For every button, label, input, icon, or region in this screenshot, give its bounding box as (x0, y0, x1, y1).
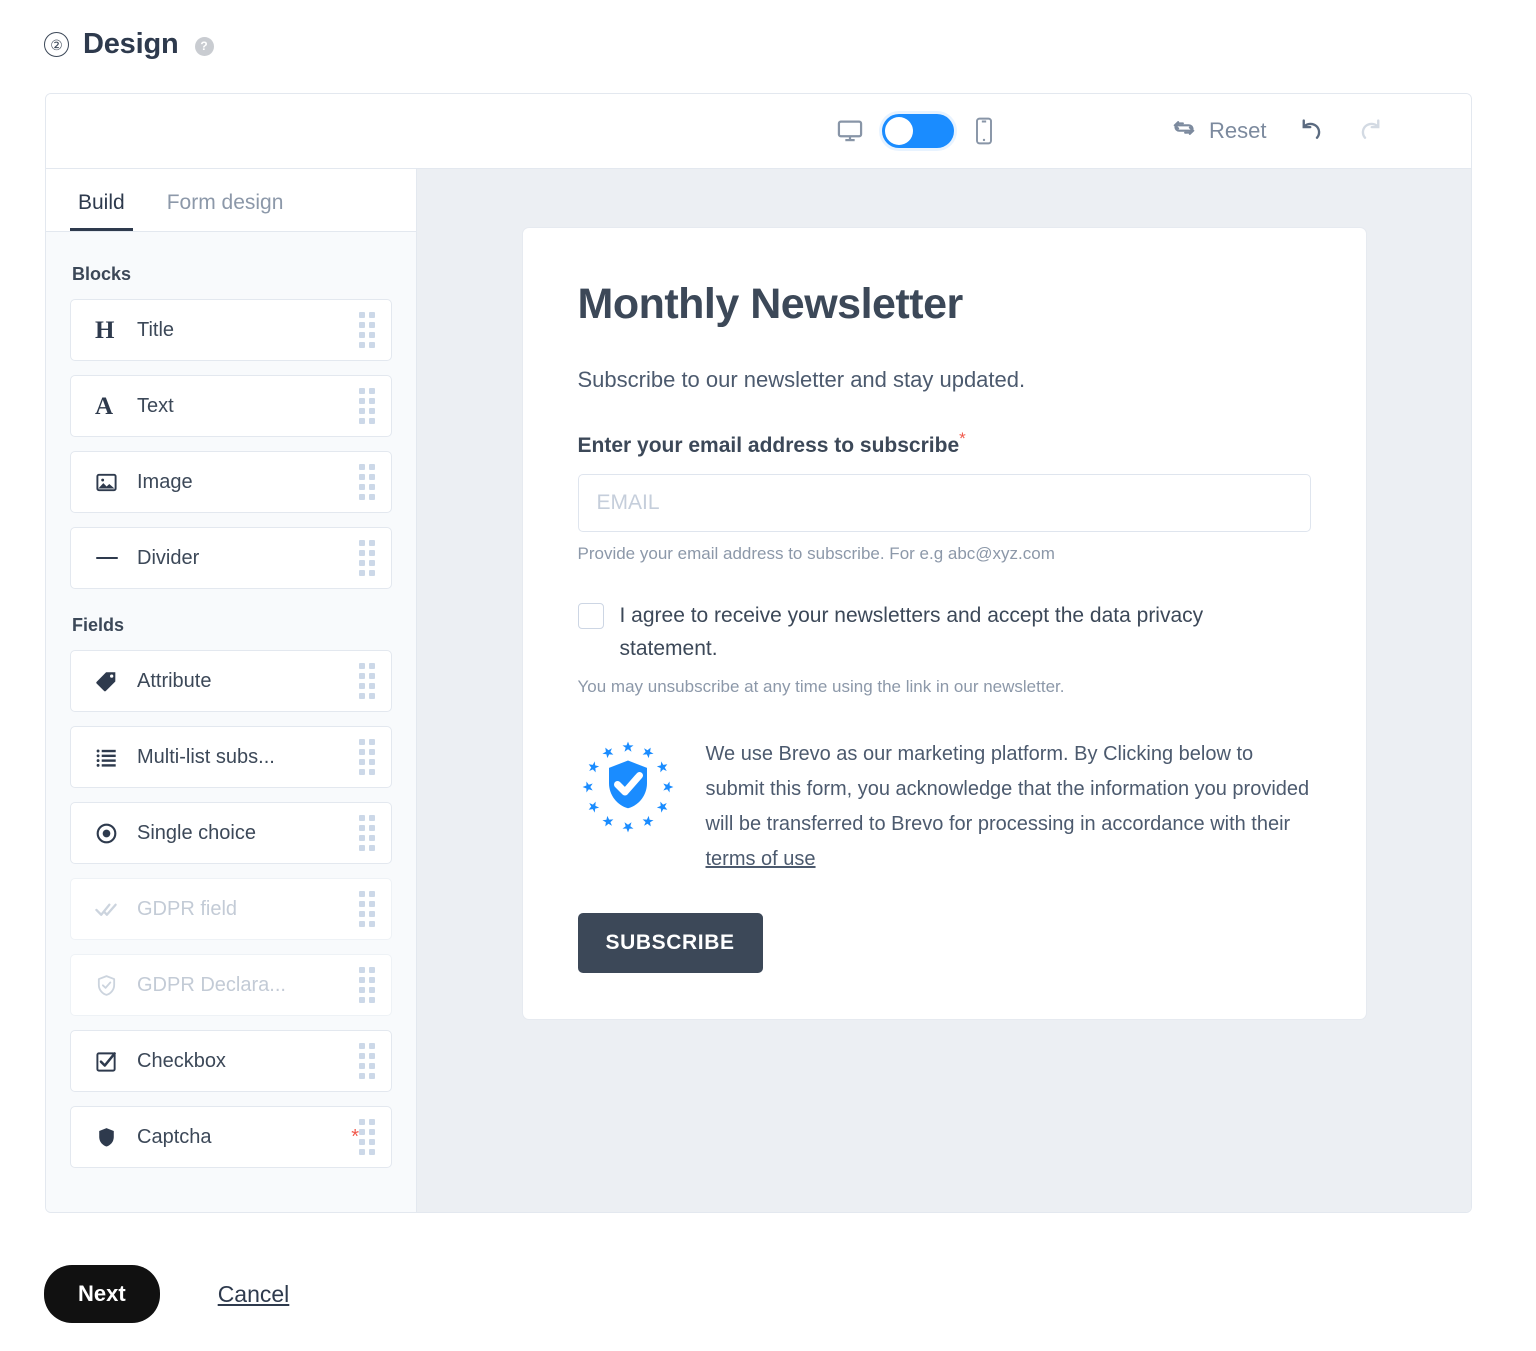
double-check-icon (95, 898, 129, 921)
undo-icon[interactable] (1296, 116, 1326, 146)
heading-icon: H (95, 316, 115, 344)
email-help-text: Provide your email address to subscribe.… (577, 544, 1055, 563)
toggle-knob (885, 117, 913, 145)
block-item-image[interactable]: Image (70, 451, 392, 513)
gdpr-notice: We use Brevo as our marketing platform. … (578, 737, 1311, 877)
step-number-badge: ② (44, 32, 69, 57)
block-item-captcha[interactable]: Captcha * (70, 1106, 392, 1168)
block-label: Title (137, 318, 175, 341)
radio-icon (95, 822, 129, 845)
email-input[interactable] (577, 474, 1311, 532)
text-icon: A (95, 392, 114, 420)
drag-handle[interactable] (359, 388, 375, 424)
sidebar-content: Blocks H Title A Text Image Divider Fiel… (46, 232, 416, 1182)
subscribe-button[interactable]: SUBSCRIBE (577, 913, 763, 974)
page-title-group: ② Design ? (44, 28, 214, 61)
checkbox-icon (95, 1050, 129, 1073)
desktop-icon[interactable] (836, 117, 864, 145)
block-label: Text (137, 394, 174, 417)
sidebar-tabs: Build Form design (46, 169, 416, 232)
drag-handle[interactable] (359, 540, 375, 576)
page-title: Design (83, 28, 179, 60)
email-field-label: Enter your email address to subscribe* (578, 429, 966, 458)
drag-handle[interactable] (359, 312, 375, 348)
reset-button[interactable]: Reset (1171, 115, 1266, 147)
drag-handle[interactable] (359, 815, 375, 851)
email-field-label-text: Enter your email address to subscribe (577, 434, 960, 457)
mobile-icon[interactable] (972, 117, 996, 145)
eu-shield-check-icon (578, 737, 678, 837)
terms-of-use-link[interactable]: terms of use (706, 848, 816, 870)
cancel-link[interactable]: Cancel (218, 1281, 290, 1308)
divider-icon (95, 553, 129, 563)
block-label: Captcha (137, 1125, 212, 1148)
block-item-gdpr-declaration: GDPR Declara... (70, 954, 392, 1016)
refresh-icon (1171, 115, 1197, 147)
section-label-blocks: Blocks (72, 264, 132, 284)
block-item-single-choice[interactable]: Single choice (70, 802, 392, 864)
editor-sidebar: Build Form design Blocks H Title A Text (46, 169, 417, 1212)
footer-actions: Next Cancel (44, 1265, 289, 1323)
drag-handle (359, 967, 375, 1003)
block-label: Attribute (137, 669, 212, 692)
next-button[interactable]: Next (44, 1265, 160, 1323)
section-label-fields: Fields (72, 615, 125, 635)
tab-form-design[interactable]: Form design (159, 191, 292, 231)
form-editor-panel: Reset Build Form design Blocks H Title A… (45, 93, 1472, 1213)
device-preview-switch (836, 114, 996, 148)
shield-icon (95, 1126, 129, 1149)
block-label: Multi-list subs... (137, 745, 275, 768)
editor-body: Build Form design Blocks H Title A Text (46, 169, 1471, 1212)
gdpr-text-body: We use Brevo as our marketing platform. … (705, 743, 1310, 836)
block-label: Checkbox (137, 1049, 226, 1072)
block-item-gdpr-field: GDPR field (70, 878, 392, 940)
required-asterisk: * (959, 429, 966, 448)
drag-handle[interactable] (359, 663, 375, 699)
required-asterisk: * (351, 1125, 359, 1148)
redo-icon (1356, 116, 1386, 146)
image-icon (95, 471, 129, 494)
form-preview-canvas: Monthly Newsletter Subscribe to our news… (417, 169, 1471, 1212)
consent-label[interactable]: I agree to receive your newsletters and … (620, 600, 1250, 665)
drag-handle[interactable] (359, 1119, 375, 1155)
form-subtitle[interactable]: Subscribe to our newsletter and stay upd… (578, 367, 1311, 393)
block-item-divider[interactable]: Divider (70, 527, 392, 589)
form-title[interactable]: Monthly Newsletter (578, 280, 1311, 329)
block-item-attribute[interactable]: Attribute (70, 650, 392, 712)
form-preview-card[interactable]: Monthly Newsletter Subscribe to our news… (521, 227, 1367, 1021)
drag-handle[interactable] (359, 1043, 375, 1079)
block-label: Divider (137, 546, 200, 569)
block-item-text[interactable]: A Text (70, 375, 392, 437)
block-item-multi-list-subscription[interactable]: Multi-list subs... (70, 726, 392, 788)
block-label: Image (137, 470, 193, 493)
drag-handle (359, 891, 375, 927)
consent-row: I agree to receive your newsletters and … (577, 600, 1311, 665)
tab-build[interactable]: Build (70, 191, 133, 231)
block-item-title[interactable]: H Title (70, 299, 392, 361)
consent-checkbox[interactable] (577, 603, 604, 629)
design-step-page: ② Design ? Reset Build Form design Block… (0, 0, 1536, 1351)
list-icon (95, 746, 129, 769)
editor-toolbar: Reset (46, 94, 1471, 169)
question-mark-icon[interactable]: ? (194, 36, 214, 56)
tag-icon (95, 670, 129, 693)
block-label: GDPR Declara... (137, 973, 286, 996)
reset-label: Reset (1209, 118, 1267, 143)
history-controls: Reset (1171, 115, 1386, 147)
shield-check-icon (95, 974, 129, 997)
unsubscribe-note: You may unsubscribe at any time using th… (577, 677, 1065, 697)
block-item-checkbox[interactable]: Checkbox (70, 1030, 392, 1092)
gdpr-text: We use Brevo as our marketing platform. … (706, 737, 1311, 877)
block-label: GDPR field (137, 897, 238, 920)
drag-handle[interactable] (359, 739, 375, 775)
drag-handle[interactable] (359, 464, 375, 500)
device-toggle[interactable] (882, 114, 954, 148)
block-label: Single choice (137, 821, 256, 844)
